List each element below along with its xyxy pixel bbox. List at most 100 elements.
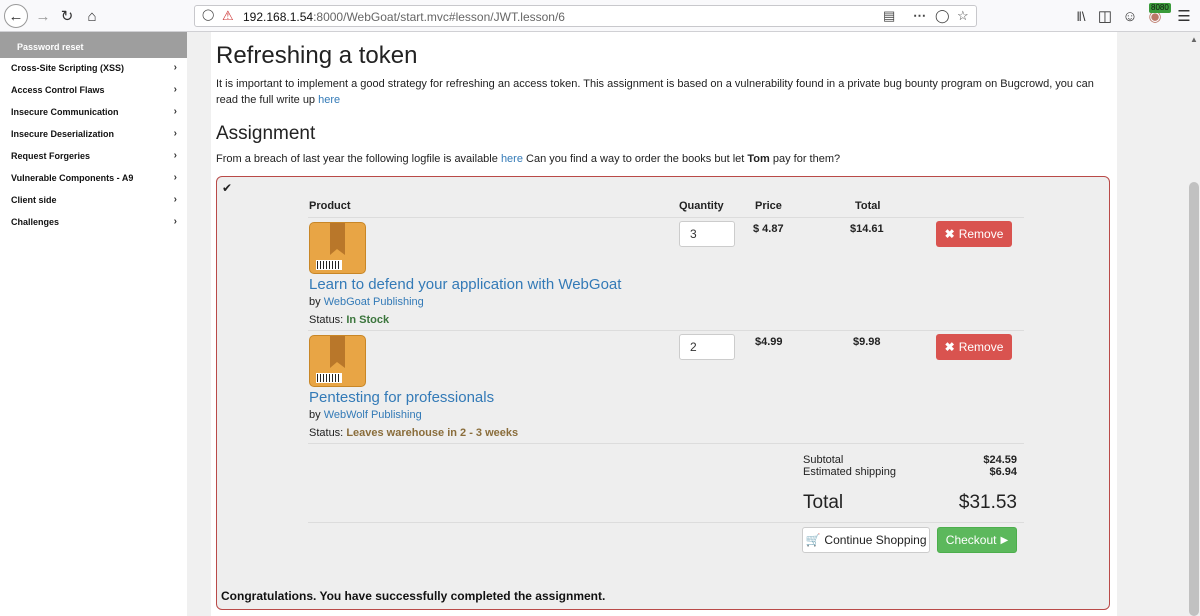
pocket-icon[interactable]: ◯ [935, 8, 950, 24]
lesson-content: Refreshing a token It is important to im… [211, 32, 1117, 616]
intro-text: It is important to implement a good stra… [216, 78, 1094, 106]
chevron-right-icon: › [173, 172, 177, 183]
cart-icon: 🛒 [805, 533, 821, 547]
subtotal-label: Subtotal [803, 454, 844, 466]
assignment-pre: From a breach of last year the following… [216, 153, 498, 165]
item-price: $4.99 [755, 336, 783, 348]
chevron-right-icon: › [173, 128, 177, 139]
sidebar-item-label: Access Control Flaws [11, 85, 105, 95]
sidebar-item-access-control[interactable]: Access Control Flaws › [0, 80, 187, 102]
assignment-post: pay for them? [772, 153, 841, 165]
product-title[interactable]: Pentesting for professionals [309, 389, 494, 406]
assignment-title: Assignment [216, 123, 316, 144]
assignment-mid: Can you find a way to order the books bu… [526, 153, 745, 165]
sidebar-item-vulnerable-components[interactable]: Vulnerable Components - A9 › [0, 168, 187, 190]
writeup-link[interactable]: here [318, 94, 340, 106]
bookmark-star-icon[interactable]: ☆ [957, 8, 969, 24]
chevron-right-icon: › [173, 84, 177, 95]
book-thumbnail[interactable] [309, 222, 366, 274]
divider [308, 443, 1024, 444]
chevron-right-icon: › [173, 150, 177, 161]
item-price: $ 4.87 [753, 223, 784, 235]
reader-view-icon[interactable]: ▤ [883, 8, 895, 24]
grand-total-value: $31.53 [958, 492, 1017, 513]
sidebar-item-xss[interactable]: Cross-Site Scripting (XSS) › [0, 58, 187, 80]
url-path: :8000/WebGoat/start.mvc#lesson/JWT.lesso… [313, 10, 565, 24]
sidebar-item-label: Insecure Communication [11, 107, 119, 117]
shipping-label: Estimated shipping [803, 466, 896, 478]
proxy-port-badge: 8080 [1149, 3, 1171, 13]
status-label: Status: [309, 314, 344, 326]
sidebar-item-password-reset[interactable]: Password reset [0, 32, 187, 58]
status-value: In Stock [346, 314, 390, 326]
insecure-lock-icon[interactable]: ⚠ [222, 8, 234, 24]
url-host: 192.168.1.54 [243, 10, 314, 24]
sidebar-toggle-icon[interactable]: ◫ [1093, 4, 1117, 28]
sidebar-item-challenges[interactable]: Challenges › [0, 212, 187, 234]
publisher-link[interactable]: WebGoat Publishing [324, 296, 424, 308]
quantity-input[interactable]: 3 [679, 221, 735, 247]
scroll-thumb[interactable] [1189, 182, 1199, 616]
divider [308, 217, 1024, 218]
sidebar-item-label: Client side [11, 195, 57, 205]
remove-label: Remove [958, 227, 1004, 241]
by-label: by [309, 296, 321, 308]
sidebar-item-label: Request Forgeries [11, 151, 91, 161]
page-scrollbar[interactable]: ▲ [1188, 32, 1200, 616]
home-icon[interactable]: ⌂ [80, 4, 104, 28]
by-label: by [309, 409, 321, 421]
library-icon[interactable]: ‖\ [1069, 4, 1093, 28]
remove-icon: ✖ [944, 227, 955, 241]
continue-shopping-button[interactable]: 🛒 Continue Shopping [802, 527, 930, 553]
subtotal-value: $24.59 [983, 454, 1017, 466]
continue-label: Continue Shopping [824, 533, 927, 547]
product-title[interactable]: Learn to defend your application with We… [309, 276, 621, 293]
page-actions-icon[interactable]: ⋯ [913, 8, 926, 24]
account-icon[interactable]: ☺ [1118, 4, 1142, 28]
publisher-link[interactable]: WebWolf Publishing [324, 409, 422, 421]
column-header-price: Price [755, 200, 782, 212]
book-thumbnail[interactable] [309, 335, 366, 387]
sidebar-item-request-forgeries[interactable]: Request Forgeries › [0, 146, 187, 168]
remove-icon: ✖ [944, 340, 955, 354]
sidebar-item-label: Cross-Site Scripting (XSS) [11, 63, 125, 73]
item-total: $9.98 [853, 336, 881, 348]
checkout-button[interactable]: Checkout ▶ [937, 527, 1017, 553]
sidebar-item-client-side[interactable]: Client side › [0, 190, 187, 212]
browser-toolbar: ← → ↻ ⌂ ◯ ⚠ 192.168.1.54:8000/WebGoat/st… [0, 0, 1200, 32]
status-label: Status: [309, 427, 344, 439]
sidebar-item-insecure-communication[interactable]: Insecure Communication › [0, 102, 187, 124]
remove-button[interactable]: ✖ Remove [936, 221, 1012, 247]
remove-button[interactable]: ✖ Remove [936, 334, 1012, 360]
divider [308, 522, 1024, 523]
remove-label: Remove [958, 340, 1004, 354]
chevron-right-icon: › [173, 216, 177, 227]
address-bar[interactable]: ◯ ⚠ 192.168.1.54:8000/WebGoat/start.mvc#… [194, 5, 977, 27]
assignment-text: From a breach of last year the following… [216, 153, 840, 165]
url-text[interactable]: 192.168.1.54:8000/WebGoat/start.mvc#less… [243, 10, 565, 24]
play-icon: ▶ [1000, 534, 1009, 546]
back-icon[interactable]: ← [4, 4, 28, 28]
shield-icon[interactable]: ◯ [202, 8, 214, 21]
assignment-box: ✔ Product Quantity Price Total Learn to … [216, 176, 1110, 610]
column-header-quantity: Quantity [679, 200, 724, 212]
lesson-intro: It is important to implement a good stra… [216, 76, 1111, 108]
quantity-input[interactable]: 2 [679, 334, 735, 360]
logfile-link[interactable]: here [501, 153, 523, 165]
sidebar-item-insecure-deserialization[interactable]: Insecure Deserialization › [0, 124, 187, 146]
sidebar-item-label: Vulnerable Components - A9 [11, 173, 134, 183]
page-title: Refreshing a token [216, 42, 418, 69]
status-value: Leaves warehouse in 2 - 3 weeks [346, 427, 519, 439]
checkmark-icon: ✔ [222, 181, 233, 195]
shipping-value: $6.94 [989, 466, 1017, 478]
chevron-right-icon: › [173, 106, 177, 117]
forward-icon[interactable]: → [31, 4, 55, 28]
reload-icon[interactable]: ↻ [55, 4, 79, 28]
checkout-label: Checkout [945, 533, 997, 547]
sidebar-item-label: Challenges [11, 217, 60, 227]
scroll-up-icon[interactable]: ▲ [1190, 35, 1198, 44]
menu-icon[interactable]: ☰ [1172, 4, 1196, 28]
divider [308, 330, 1024, 331]
column-header-total: Total [855, 200, 881, 212]
sidebar-item-label: Insecure Deserialization [11, 129, 115, 139]
